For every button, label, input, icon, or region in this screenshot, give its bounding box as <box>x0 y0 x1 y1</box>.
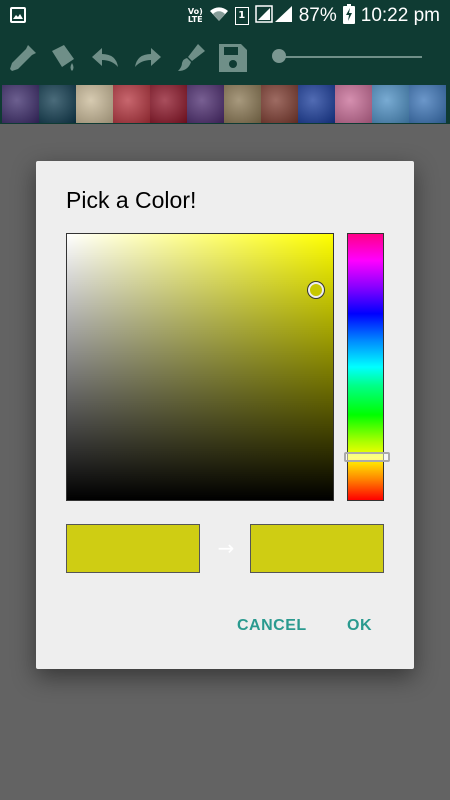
texture-thumbnail-plaid[interactable] <box>113 85 150 123</box>
clock: 10:22 pm <box>360 5 440 26</box>
undo-icon[interactable] <box>88 41 122 75</box>
texture-thumbnail-blue-sky[interactable] <box>372 85 409 123</box>
cancel-button[interactable]: CANCEL <box>237 617 307 641</box>
battery-percent: 87% <box>298 5 337 26</box>
save-icon[interactable] <box>216 41 250 75</box>
battery-charging-icon <box>342 4 355 28</box>
gallery-icon <box>10 7 26 27</box>
volte-bottom-label: LTE <box>187 15 203 24</box>
brush-icon[interactable] <box>174 41 208 75</box>
wifi-icon <box>209 5 229 27</box>
texture-thumbnail-paper[interactable] <box>76 85 113 123</box>
status-bar: Vo) LTE 1 87% 10:22 pm <box>0 0 450 32</box>
volte-icon: Vo) LTE <box>188 8 203 24</box>
brush-size-slider-thumb[interactable] <box>272 49 286 63</box>
texture-thumbnail-pixels[interactable] <box>187 85 224 123</box>
texture-thumbnail-mandala[interactable] <box>2 85 39 123</box>
texture-strip <box>0 84 450 124</box>
sim-icon: 1 <box>234 7 249 25</box>
texture-thumbnail-colorful[interactable] <box>261 85 298 123</box>
brush-size-slider-track[interactable] <box>279 56 422 58</box>
sv-picker-cursor[interactable] <box>308 282 324 298</box>
texture-thumbnail-red-fabric[interactable] <box>150 85 187 123</box>
new-color-swatch <box>250 524 384 573</box>
old-color-swatch <box>66 524 200 573</box>
texture-thumbnail-flowers[interactable] <box>335 85 372 123</box>
texture-thumbnail-mosaic[interactable] <box>224 85 261 123</box>
arrow-icon: → <box>217 536 235 560</box>
texture-thumbnail-moon-sea[interactable] <box>409 85 446 123</box>
saturation-value-picker[interactable] <box>66 233 334 501</box>
eyedropper-icon[interactable] <box>6 41 40 75</box>
paint-bucket-icon[interactable] <box>46 41 80 75</box>
dialog-title: Pick a Color! <box>66 187 197 213</box>
signal-icon <box>254 5 293 27</box>
hue-slider-handle[interactable] <box>344 452 390 462</box>
texture-thumbnail-blue-texture[interactable] <box>298 85 335 123</box>
ok-button[interactable]: OK <box>347 617 372 641</box>
redo-icon[interactable] <box>131 41 165 75</box>
color-picker-dialog: Pick a Color! → CANCEL OK <box>36 161 414 669</box>
texture-thumbnail-night-light[interactable] <box>39 85 76 123</box>
drawing-toolbar <box>0 32 450 84</box>
